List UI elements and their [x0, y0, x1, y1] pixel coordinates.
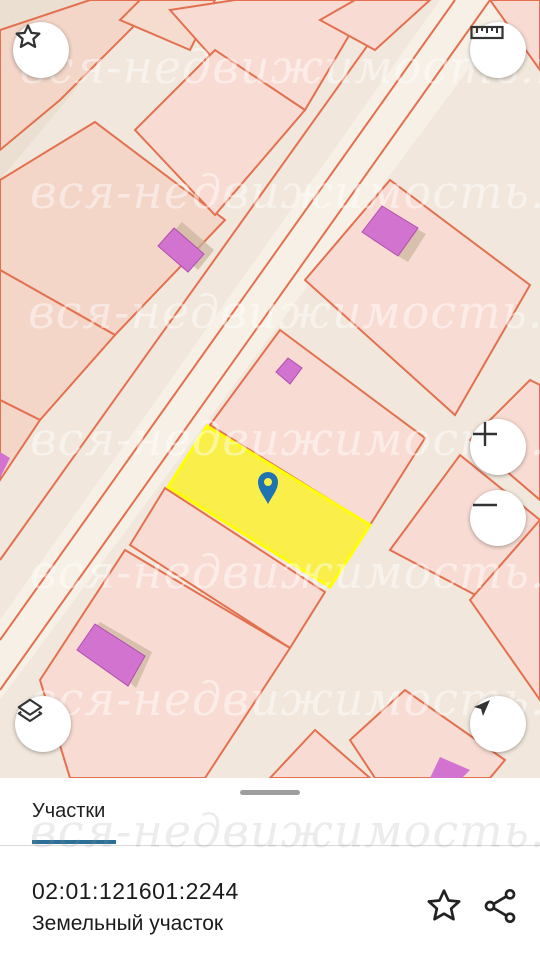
- measure-button[interactable]: [470, 22, 526, 78]
- drag-handle[interactable]: [240, 790, 300, 795]
- my-location-button[interactable]: [470, 696, 526, 752]
- plus-icon: [473, 422, 497, 446]
- ruler-icon: [470, 25, 504, 40]
- tab-parcels[interactable]: Участки: [32, 800, 105, 833]
- add-to-favorites-button[interactable]: [424, 886, 464, 926]
- bottom-sheet[interactable]: Участки вся-недвижимость.net 02:01:12160…: [0, 778, 540, 960]
- cadastral-map-canvas[interactable]: [0, 0, 540, 778]
- layers-icon: [17, 698, 43, 723]
- share-icon: [484, 888, 516, 924]
- active-tab-indicator: [32, 840, 116, 844]
- minus-icon: [473, 503, 497, 507]
- star-outline-icon: [427, 889, 461, 921]
- star-outline-icon: [15, 24, 41, 48]
- watermark-text: вся-недвижимость.net: [30, 804, 540, 858]
- navigation-arrow-icon: [474, 700, 490, 716]
- divider: [0, 845, 540, 846]
- layers-button[interactable]: [15, 696, 71, 752]
- object-type-label: Земельный участок: [32, 912, 224, 935]
- share-button[interactable]: [480, 886, 520, 926]
- zoom-out-button[interactable]: [470, 490, 526, 546]
- cadastral-number: 02:01:121601:2244: [32, 878, 239, 904]
- zoom-in-button[interactable]: [470, 419, 526, 475]
- favorite-map-button[interactable]: [13, 22, 69, 78]
- map-view[interactable]: вся-недвижимость.net вся-недвижимость.ne…: [0, 0, 540, 778]
